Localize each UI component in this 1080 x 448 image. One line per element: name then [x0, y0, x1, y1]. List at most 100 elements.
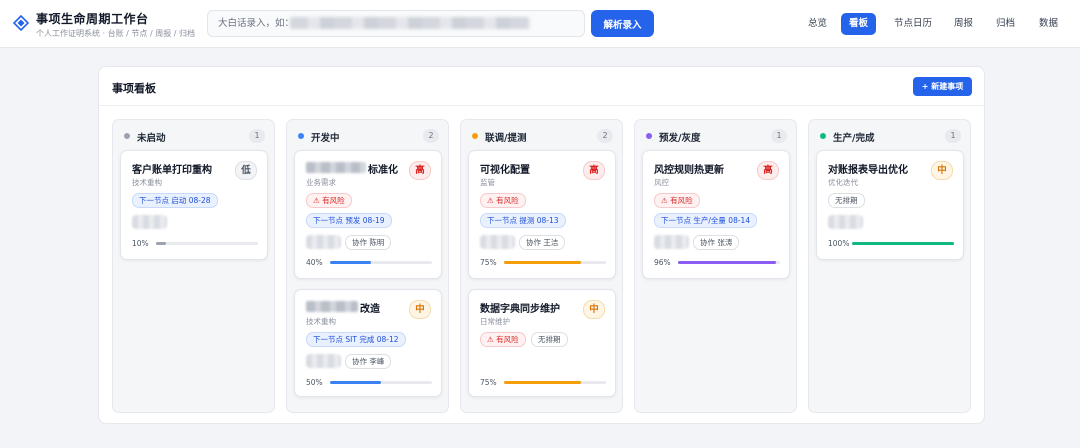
column-count-badge: 2	[423, 129, 439, 143]
redacted-owner-chip	[828, 215, 863, 229]
item-card[interactable]: 风控规则热更新 风控 高 ⚠ 有风险 下一节点 生产/全量 08-14 协作 张…	[642, 150, 790, 279]
progress-percent: 96%	[654, 258, 671, 267]
column-integration-testing: 联调/提测 2 可视化配置 监管 高 ⚠ 有风险 下一节点 提测 08-13 协…	[460, 119, 623, 413]
no-schedule-chip: 无排期	[828, 193, 865, 208]
priority-badge: 高	[757, 161, 779, 180]
column-count-badge: 1	[945, 129, 961, 143]
column-title: 预发/灰度	[659, 133, 701, 144]
column-developing: 开发中 2 标准化 业务需求 高 ⚠ 有风险 下一节点 预发 08-19 协作 …	[286, 119, 449, 413]
progress-percent: 10%	[132, 239, 149, 248]
priority-badge: 中	[583, 300, 605, 319]
next-milestone-chip: 下一节点 生产/全量 08-14	[654, 213, 758, 228]
priority-badge: 高	[583, 161, 605, 180]
progress-fill	[678, 261, 776, 264]
nav-board[interactable]: 看板	[841, 13, 877, 35]
redacted-title-prefix	[306, 162, 366, 173]
no-schedule-chip: 无排期	[531, 332, 568, 347]
nav-overview[interactable]: 总览	[800, 13, 835, 35]
column-title: 未启动	[137, 133, 166, 144]
status-dot	[820, 133, 826, 139]
diamond-logo-icon	[13, 15, 29, 31]
board-title: 事项看板	[112, 82, 156, 95]
column-title: 生产/完成	[833, 133, 875, 144]
progress-fill	[852, 242, 954, 245]
progress-fill	[330, 261, 371, 264]
column-title: 联调/提测	[485, 133, 527, 144]
redacted-owner-chip	[306, 354, 341, 368]
app-title: 事项生命周期工作台	[36, 12, 149, 26]
progress-percent: 75%	[480, 258, 497, 267]
progress-fill	[156, 242, 167, 245]
item-card[interactable]: 客户账单打印重构 技术重构 低 下一节点 启动 08-28 10%	[120, 150, 268, 260]
column-title: 开发中	[311, 133, 340, 144]
risk-chip: ⚠ 有风险	[654, 193, 700, 208]
progress-track	[330, 261, 432, 264]
card-title: 标准化	[368, 165, 398, 176]
item-card[interactable]: 数据字典同步维护 日常维护 中 ⚠ 有风险 无排期 75%	[468, 289, 616, 397]
card-category: 业务需求	[306, 178, 336, 187]
card-title: 可视化配置	[480, 165, 530, 176]
progress-percent: 40%	[306, 258, 323, 267]
progress-percent: 100%	[828, 239, 850, 248]
nav-archive[interactable]: 归档	[988, 13, 1023, 35]
board-divider	[99, 105, 984, 106]
collaborator-chip: 协作 李峰	[345, 354, 392, 369]
collaborator-chip: 协作 陈明	[345, 235, 392, 250]
card-category: 风控	[654, 178, 669, 187]
priority-badge: 高	[409, 161, 431, 180]
card-category: 日常维护	[480, 317, 510, 326]
progress-track	[330, 381, 432, 384]
item-card[interactable]: 标准化 业务需求 高 ⚠ 有风险 下一节点 预发 08-19 协作 陈明 40%	[294, 150, 442, 279]
next-milestone-chip: 下一节点 SIT 完成 08-12	[306, 332, 406, 347]
next-milestone-chip: 下一节点 启动 08-28	[132, 193, 218, 208]
risk-chip: ⚠ 有风险	[480, 193, 526, 208]
kanban-board: 事项看板 + 新建事项 未启动 1 客户账单打印重构 技术重构 低 下一节点 启…	[98, 66, 985, 424]
item-card[interactable]: 改造 技术重构 中 下一节点 SIT 完成 08-12 协作 李峰 50%	[294, 289, 442, 397]
redacted-example-text	[290, 17, 530, 29]
card-title: 改造	[360, 304, 380, 315]
progress-track	[156, 242, 258, 245]
nav-data[interactable]: 数据	[1031, 13, 1066, 35]
redacted-title-prefix	[306, 301, 358, 312]
progress-track	[852, 242, 954, 245]
card-title: 风控规则热更新	[654, 165, 724, 176]
progress-track	[504, 261, 606, 264]
redacted-owner-chip	[306, 235, 341, 249]
risk-chip: ⚠ 有风险	[480, 332, 526, 347]
collaborator-chip: 协作 张涛	[693, 235, 740, 250]
collaborator-chip: 协作 王洁	[519, 235, 566, 250]
column-not-started: 未启动 1 客户账单打印重构 技术重构 低 下一节点 启动 08-28 10%	[112, 119, 275, 413]
column-count-badge: 1	[249, 129, 265, 143]
status-dot	[298, 133, 304, 139]
card-category: 技术重构	[306, 317, 336, 326]
card-title: 对账报表导出优化	[828, 165, 908, 176]
priority-badge: 中	[409, 300, 431, 319]
card-category: 监管	[480, 178, 495, 187]
card-title: 客户账单打印重构	[132, 165, 212, 176]
redacted-owner-chip	[480, 235, 515, 249]
column-count-badge: 1	[771, 129, 787, 143]
progress-track	[678, 261, 780, 264]
progress-percent: 50%	[306, 378, 323, 387]
parse-entry-button[interactable]: 解析录入	[591, 10, 654, 37]
top-header: 事项生命周期工作台 个人工作证明系统 · 台账 / 节点 / 周报 / 归档 解…	[0, 0, 1080, 48]
item-card[interactable]: 对账报表导出优化 优化迭代 中 无排期 100%	[816, 150, 964, 260]
item-card[interactable]: 可视化配置 监管 高 ⚠ 有风险 下一节点 提测 08-13 协作 王洁 75%	[468, 150, 616, 279]
status-dot	[646, 133, 652, 139]
card-category: 技术重构	[132, 178, 162, 187]
app-subtitle: 个人工作证明系统 · 台账 / 节点 / 周报 / 归档	[36, 29, 195, 38]
priority-badge: 中	[931, 161, 953, 180]
card-category: 优化迭代	[828, 178, 858, 187]
progress-fill	[504, 381, 581, 384]
status-dot	[124, 133, 130, 139]
nav-weekly-report[interactable]: 周报	[946, 13, 981, 35]
column-pre-release: 预发/灰度 1 风控规则热更新 风控 高 ⚠ 有风险 下一节点 生产/全量 08…	[634, 119, 797, 413]
next-milestone-chip: 下一节点 预发 08-19	[306, 213, 392, 228]
nav-milestone-calendar[interactable]: 节点日历	[886, 13, 940, 35]
priority-badge: 低	[235, 161, 257, 180]
next-milestone-chip: 下一节点 提测 08-13	[480, 213, 566, 228]
new-item-button[interactable]: + 新建事项	[913, 77, 972, 96]
progress-fill	[504, 261, 581, 264]
column-done: 生产/完成 1 对账报表导出优化 优化迭代 中 无排期 100%	[808, 119, 971, 413]
column-count-badge: 2	[597, 129, 613, 143]
